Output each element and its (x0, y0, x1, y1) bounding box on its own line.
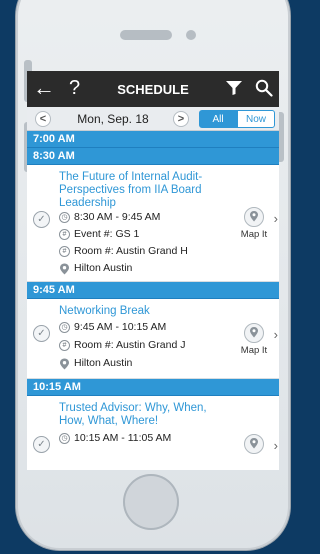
map-it-button[interactable]: › (232, 434, 278, 454)
session-event-row: # Event #: GS 1 (59, 228, 139, 240)
session-room: Room #: Austin Grand J (74, 339, 186, 351)
filter-all-button[interactable]: All (199, 110, 237, 128)
time-header-830: 8:30 AM (27, 148, 279, 165)
session-room-row: # Room #: Austin Grand J (59, 339, 185, 351)
hash-icon: # (59, 245, 70, 257)
map-it-label: Map It (240, 345, 268, 356)
time-header-700: 7:00 AM (27, 131, 279, 148)
session-room-row: # Room #: Austin Grand H (59, 245, 188, 257)
session-time: 8:30 AM - 9:45 AM (74, 211, 161, 223)
time-header-945: 9:45 AM (27, 282, 279, 299)
session-room: Room #: Austin Grand H (74, 245, 188, 257)
map-it-button[interactable]: › Map It (232, 207, 278, 240)
session-item[interactable]: Networking Break ✓ ◷ 9:45 AM - 10:15 AM … (27, 299, 279, 379)
current-date: Mon, Sep. 18 (77, 112, 149, 126)
map-pin-icon (244, 434, 264, 454)
map-pin-icon (244, 207, 264, 227)
session-time-row: ◷ 10:15 AM - 11:05 AM (59, 432, 171, 444)
filter-now-button[interactable]: Now (237, 110, 275, 128)
checkmark-icon[interactable]: ✓ (33, 325, 50, 342)
location-pin-icon (59, 263, 70, 274)
top-bar: ← ? SCHEDULE (27, 71, 279, 107)
location-pin-icon (59, 358, 70, 369)
filter-segmented-control: All Now (199, 110, 275, 128)
chevron-right-icon: › (273, 327, 278, 342)
session-time: 10:15 AM - 11:05 AM (74, 432, 172, 444)
session-item[interactable]: Trusted Advisor: Why, When, How, What, W… (27, 396, 279, 470)
checkmark-icon[interactable]: ✓ (33, 211, 50, 228)
session-item[interactable]: The Future of Internal Audit-Perspective… (27, 165, 279, 282)
time-header-1015: 10:15 AM (27, 379, 279, 396)
home-button[interactable] (123, 474, 179, 530)
session-title[interactable]: The Future of Internal Audit-Perspective… (59, 171, 219, 210)
app-screen: ← ? SCHEDULE < Mon, Sep. 18 > All Now 7:… (27, 71, 279, 470)
session-location: Hilton Austin (74, 262, 133, 274)
session-title[interactable]: Networking Break (59, 305, 219, 318)
filter-icon[interactable] (225, 80, 243, 101)
checkmark-icon[interactable]: ✓ (33, 436, 50, 453)
search-icon[interactable] (255, 79, 273, 102)
previous-day-button[interactable]: < (35, 111, 51, 127)
map-pin-icon (244, 323, 264, 343)
clock-icon: ◷ (59, 321, 70, 333)
session-location-row: Hilton Austin (59, 262, 132, 274)
hash-icon: # (59, 339, 70, 351)
session-location-row: Hilton Austin (59, 357, 132, 369)
speaker-grille (120, 30, 172, 40)
date-navigation: < Mon, Sep. 18 > All Now (27, 107, 279, 131)
camera-icon (186, 30, 196, 40)
chevron-right-icon: › (273, 211, 278, 226)
session-title[interactable]: Trusted Advisor: Why, When, How, What, W… (59, 402, 219, 428)
chevron-right-icon: › (273, 438, 278, 453)
clock-icon: ◷ (59, 211, 70, 223)
map-it-button[interactable]: › Map It (232, 323, 278, 356)
session-time-row: ◷ 8:30 AM - 9:45 AM (59, 211, 160, 223)
session-time: 9:45 AM - 10:15 AM (74, 321, 167, 333)
hash-icon: # (59, 228, 70, 240)
session-event: Event #: GS 1 (74, 228, 140, 240)
next-day-button[interactable]: > (173, 111, 189, 127)
session-location: Hilton Austin (74, 357, 133, 369)
map-it-label: Map It (240, 229, 268, 240)
clock-icon: ◷ (59, 432, 70, 444)
session-time-row: ◷ 9:45 AM - 10:15 AM (59, 321, 166, 333)
